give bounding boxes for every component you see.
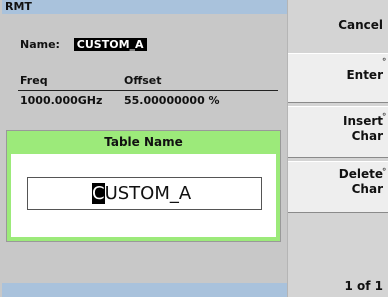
name-value: CUSTOM_A [73,38,147,51]
column-header-offset: Offset [124,74,162,87]
table-name-dialog: Table Name CUSTOM_A [6,130,281,242]
enter-button[interactable]: ∘ Enter [288,53,388,103]
delete-char-button[interactable]: ∘ Delete Char [288,161,388,213]
status-bar: RMT [2,0,287,14]
main-panel: RMT Name: CUSTOM_A Freq Offset 1000.000G… [0,0,287,297]
softkey-arrow-icon: ∘ [381,165,387,175]
cell-freq[interactable]: 1000.000GHz [20,94,102,107]
cell-offset[interactable]: 55.00000000 % [124,94,220,107]
dialog-border-right [276,154,280,241]
remote-indicator: RMT [5,0,32,13]
enter-label: Enter [346,68,383,82]
cancel-label: Cancel [338,18,383,32]
delete-label-line1: Delete [338,167,383,181]
insert-label-line1: Insert [343,114,383,128]
insert-char-button[interactable]: ∘ Insert Char [288,106,388,158]
header-divider [18,90,278,91]
table-name-row: Name: CUSTOM_A [20,38,147,51]
name-label: Name: [20,38,60,51]
cancel-button[interactable]: Cancel [288,18,388,40]
column-header-freq: Freq [20,74,48,87]
dialog-border-left [7,154,11,241]
insert-label-line2: Char [351,129,383,143]
page-indicator: 1 of 1 [288,279,388,295]
table-name-input[interactable]: CUSTOM_A [27,177,262,210]
softkey-panel: Cancel ∘ Enter ∘ Insert Char ∘ Delete Ch… [287,0,388,297]
delete-label-line2: Char [351,182,383,196]
softkey-arrow-icon: ∘ [381,110,387,120]
page-label: 1 of 1 [344,279,383,293]
softkey-arrow-icon: ∘ [381,55,387,65]
bottom-status-bar [2,283,287,297]
dialog-border-bottom [7,237,280,241]
text-cursor: C [92,183,105,204]
dialog-title: Table Name [7,131,280,154]
input-text: USTOM_A [104,183,192,204]
